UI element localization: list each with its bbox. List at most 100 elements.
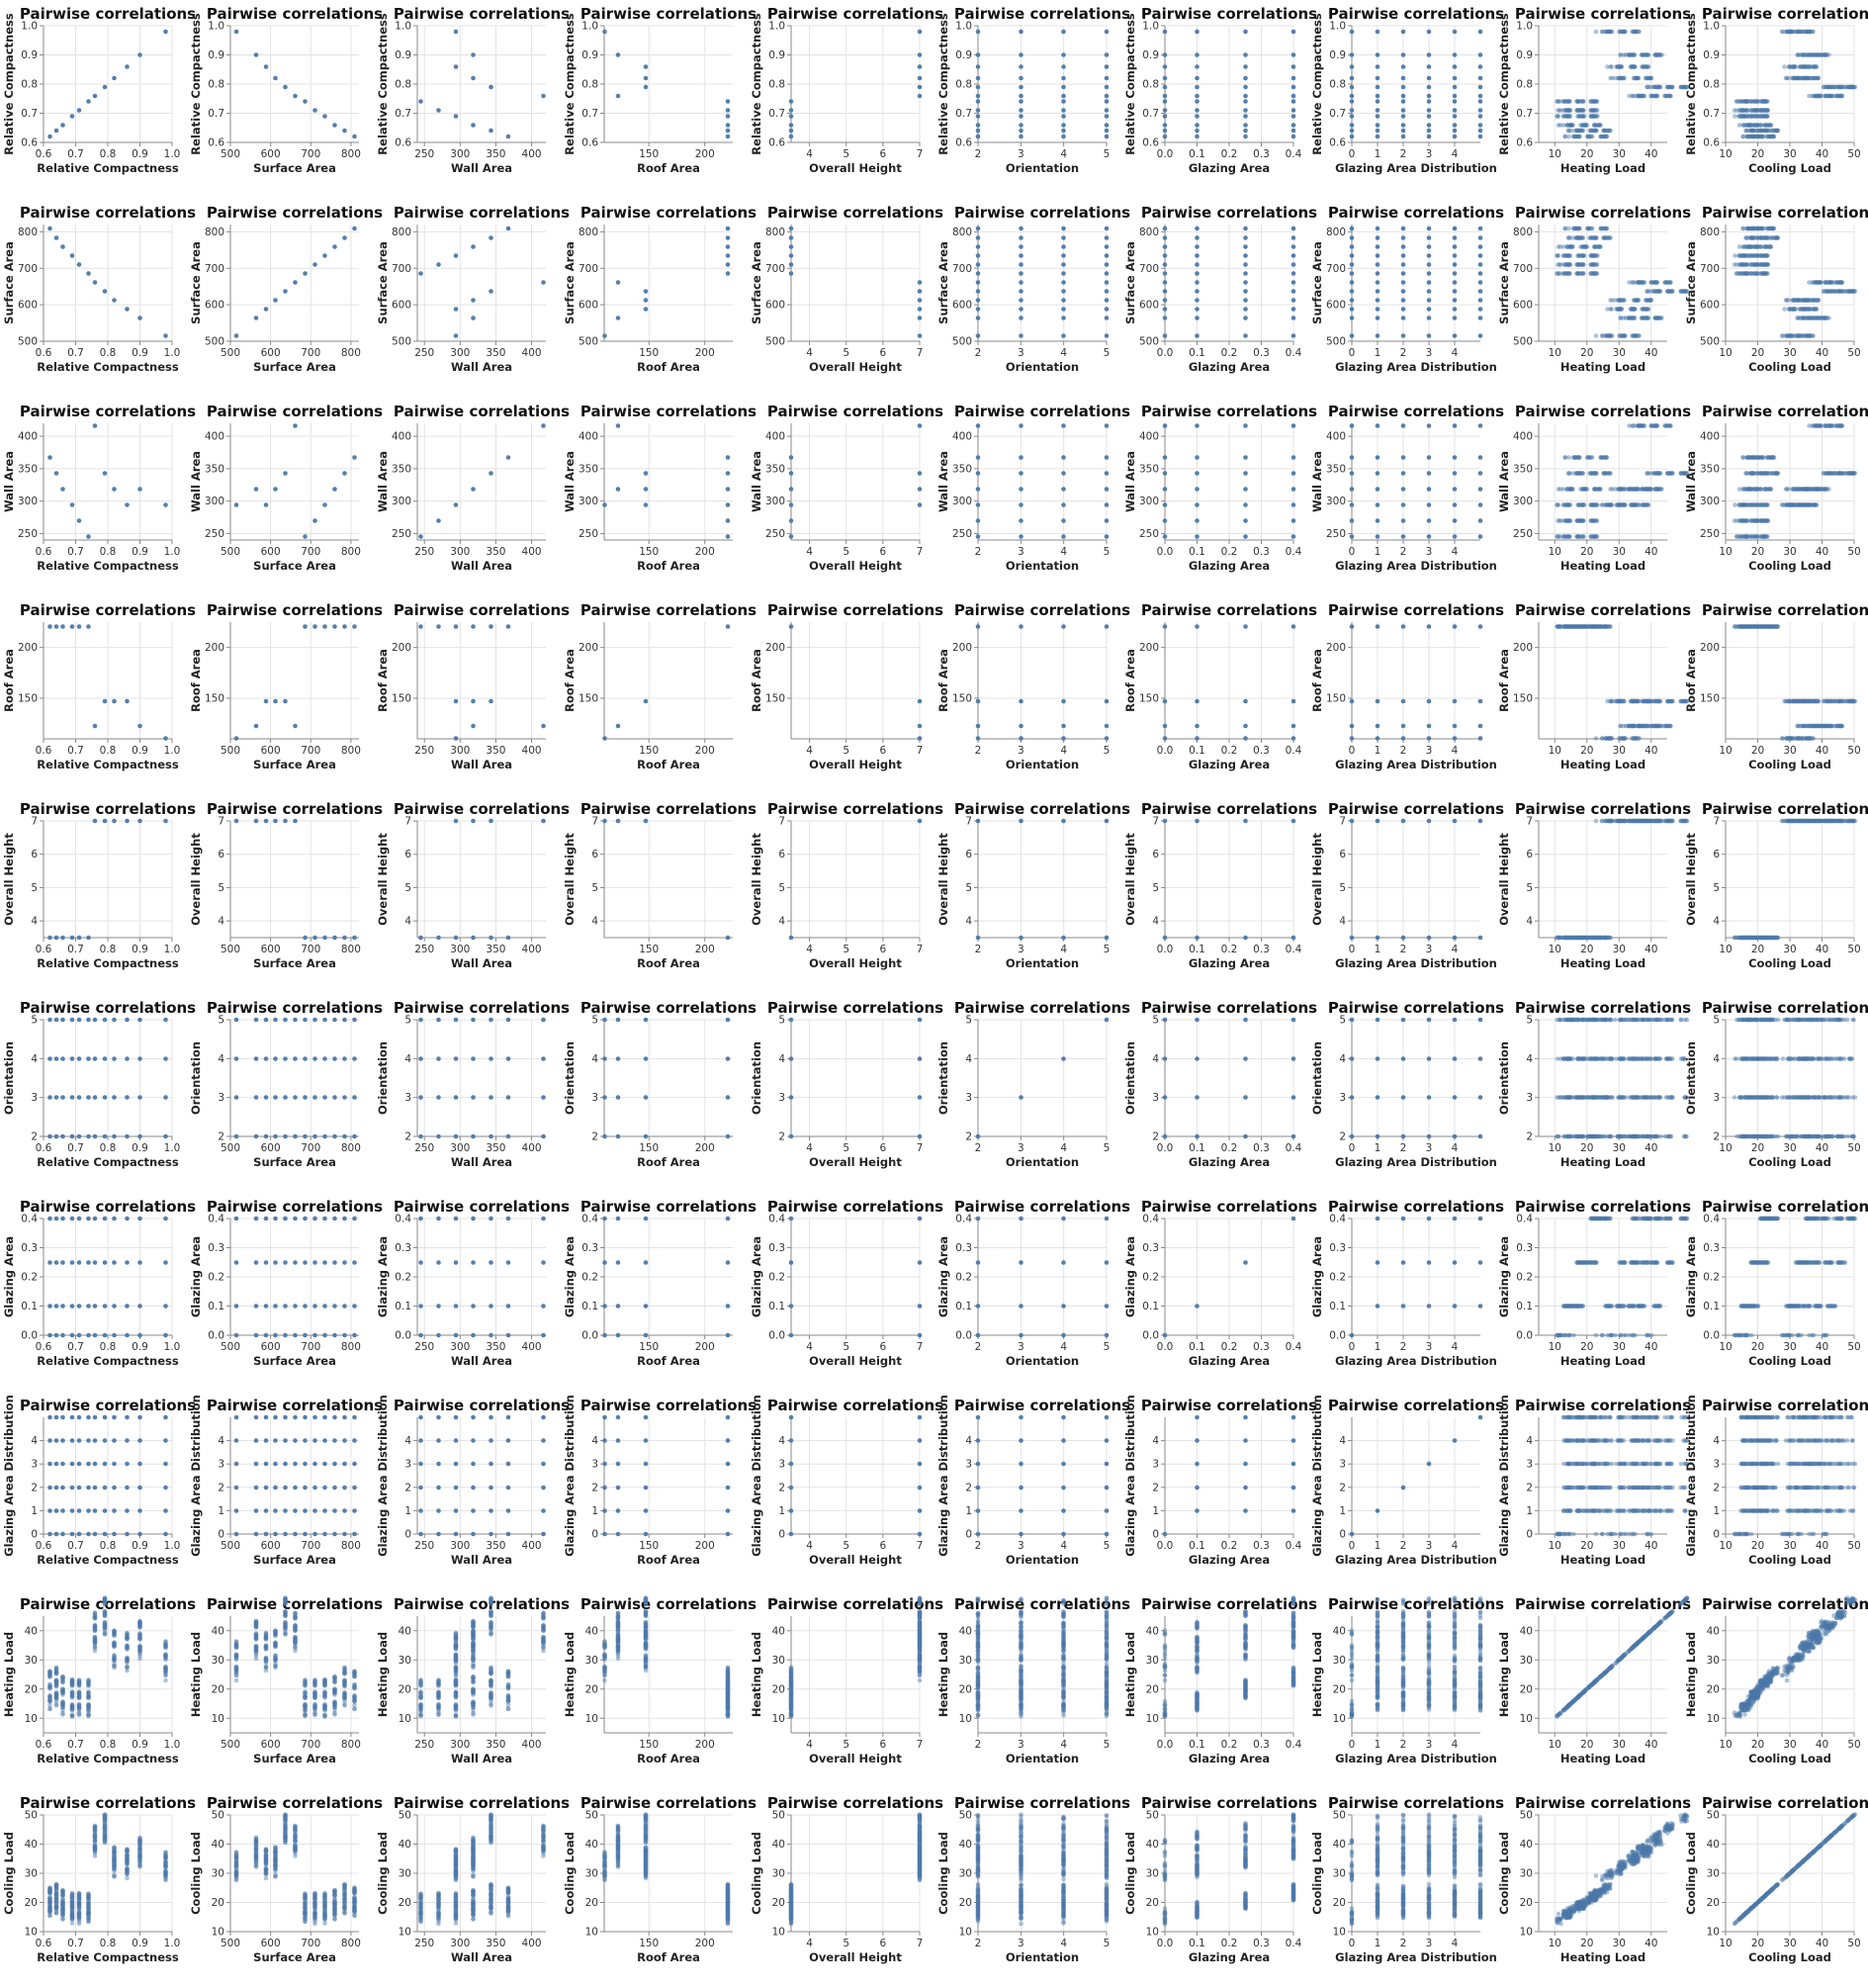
data-point (1349, 723, 1355, 729)
data-point (1593, 253, 1598, 258)
data-point (1581, 502, 1587, 507)
data-point (1833, 93, 1839, 99)
tick-label-x: 800 (341, 148, 361, 160)
data-point (1579, 471, 1585, 476)
data-point (1375, 253, 1380, 258)
data-point (1628, 502, 1634, 507)
data-point (1290, 64, 1296, 69)
data-point (1349, 262, 1355, 267)
tick-label-x: 4 (1452, 148, 1459, 160)
data-point (1452, 624, 1458, 629)
panel-ra-vs-gd: Pairwise correlations0 1 2 3 4150200Glazing … (1310, 601, 1504, 771)
tick-label-y: 250 (1326, 528, 1346, 540)
data-point (1667, 93, 1672, 99)
tick-label-x: 20 (1751, 745, 1764, 757)
data-point (1375, 289, 1380, 294)
data-point (1426, 698, 1432, 704)
data-point (1400, 455, 1406, 460)
data-point (1657, 471, 1662, 476)
tick-label-x: 0.9 (132, 546, 148, 558)
data-point (1557, 518, 1562, 523)
data-point (1753, 518, 1759, 523)
x-axis-label: Wall Area (451, 161, 512, 175)
data-point (917, 75, 923, 81)
tick-label-x: 0.6 (36, 745, 52, 757)
panel-ra-vs-or: Pairwise correlations2 3 4 5150200Orientati… (936, 601, 1130, 771)
x-axis-label: Roof Area (637, 758, 700, 771)
data-point (1640, 307, 1646, 312)
data-point (1162, 75, 1168, 81)
panel-rc-vs-rc: Pairwise correlations0.6 0.7 0.8 0.9 1.00.60… (2, 5, 196, 175)
data-point (53, 128, 59, 134)
data-point (1579, 518, 1585, 523)
data-point (1243, 75, 1248, 81)
tick-label-y: 300 (18, 496, 38, 507)
x-axis-label: Relative Compactness (37, 559, 179, 573)
data-point (917, 333, 923, 338)
data-point (1400, 244, 1406, 249)
panel-title: Pairwise correlations (1328, 204, 1504, 222)
panel-sa-vs-ra: Pairwise correlations150 200500600700800R… (563, 204, 756, 374)
data-point (1757, 534, 1763, 539)
data-point (1243, 423, 1248, 428)
data-point (1243, 455, 1248, 460)
data-point (1593, 502, 1598, 507)
data-point (322, 253, 327, 258)
data-point (1243, 123, 1248, 128)
y-axis-label: Wall Area (1684, 451, 1698, 512)
data-point (1796, 698, 1801, 704)
data-point (1061, 624, 1066, 629)
points (788, 423, 923, 539)
data-point (102, 698, 108, 704)
data-point (1104, 624, 1110, 629)
data-point (1019, 114, 1023, 119)
data-point (643, 307, 649, 312)
data-point (436, 108, 441, 113)
data-point (788, 235, 794, 240)
data-point (1104, 280, 1110, 285)
data-point (1477, 244, 1483, 249)
data-point (1243, 244, 1248, 249)
tick-label-x: 0 (1349, 347, 1356, 359)
data-point (1375, 455, 1380, 460)
data-point (505, 226, 511, 231)
data-point (1575, 235, 1581, 240)
data-point (1061, 244, 1066, 249)
data-point (1824, 471, 1829, 476)
data-point (86, 99, 91, 104)
data-point (1349, 93, 1355, 99)
data-point (489, 235, 493, 240)
data-point (1592, 534, 1597, 539)
tick-label-y: 0.7 (955, 108, 972, 120)
y-axis-label: Relative Compactness (2, 13, 16, 155)
data-point (1019, 307, 1023, 312)
data-point (1579, 128, 1585, 134)
data-point (1162, 502, 1168, 507)
data-point (788, 134, 794, 139)
points (602, 226, 731, 338)
data-point (1477, 289, 1483, 294)
panel-rc-vs-cl: Pairwise correlations10 20 30 40 500.60.70.8… (1684, 5, 1868, 175)
panel-wa-vs-cl: Pairwise correlations10 20 30 40 50250300350… (1684, 403, 1868, 573)
data-point (643, 471, 649, 476)
data-point (1645, 471, 1650, 476)
data-point (1243, 289, 1248, 294)
data-point (1808, 307, 1814, 312)
data-point (1588, 108, 1593, 113)
tick-label-x: 20 (1580, 347, 1593, 359)
data-point (1243, 502, 1248, 507)
data-point (1752, 244, 1757, 249)
tick-label-y: 300 (1513, 496, 1533, 507)
data-point (1243, 698, 1248, 704)
data-point (1162, 455, 1168, 460)
panel-title: Pairwise correlations (954, 5, 1130, 23)
data-point (1243, 64, 1248, 69)
data-point (1803, 333, 1809, 338)
x-axis-label: Heating Load (1560, 758, 1646, 771)
data-point (92, 280, 98, 285)
tick-label-x: 4 (806, 546, 813, 558)
data-point (1104, 502, 1110, 507)
tick-label-y: 400 (1326, 431, 1346, 443)
tick-label-y: 250 (18, 528, 38, 540)
data-point (471, 298, 476, 303)
